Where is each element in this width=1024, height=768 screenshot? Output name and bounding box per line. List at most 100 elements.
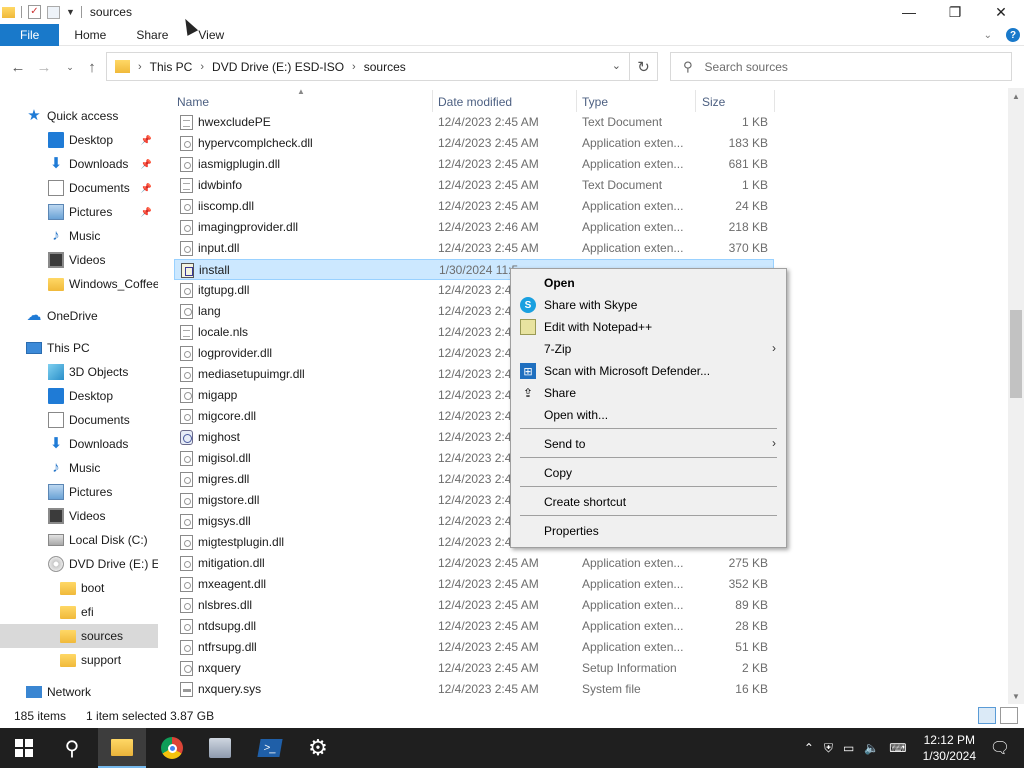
clock[interactable]: 12:12 PM 1/30/2024 (923, 732, 976, 764)
menu-item-7-zip[interactable]: 7-Zip › (511, 338, 786, 360)
vertical-scrollbar[interactable]: ▲ ▼ (1008, 88, 1024, 704)
table-row[interactable]: idwbinfo 12/4/2023 2:45 AM Text Document 1 … (174, 175, 774, 196)
table-row[interactable]: iasmigplugin.dll 12/4/2023 2:45 AM Applica… (174, 154, 774, 175)
nav-item-videos[interactable]: Videos (0, 248, 158, 272)
nav-item-music[interactable]: ♪ Music (0, 224, 158, 248)
column-header-type[interactable]: Type (582, 95, 608, 109)
up-button[interactable]: ↑ (80, 55, 104, 79)
column-header-name[interactable]: Name (177, 95, 209, 109)
scroll-up-icon[interactable]: ▲ (1008, 88, 1024, 104)
scrollbar-thumb[interactable] (1010, 310, 1022, 398)
nav-item-quick-access[interactable]: ★ Quick access (0, 104, 158, 128)
nav-item-support[interactable]: support (0, 648, 158, 672)
chevron-right-icon[interactable]: › (352, 61, 356, 73)
column-header-date[interactable]: Date modified (438, 95, 512, 109)
table-row[interactable]: hypervcomplcheck.dll 12/4/2023 2:45 AM App… (174, 133, 774, 154)
network-icon[interactable]: ▭ (843, 741, 854, 755)
table-row[interactable]: input.dll 12/4/2023 2:45 AM Application ex… (174, 238, 774, 259)
chevron-right-icon[interactable]: › (200, 61, 204, 73)
menu-item-properties[interactable]: Properties (511, 520, 786, 542)
chevron-right-icon[interactable]: › (138, 61, 142, 73)
nav-item-network[interactable]: Network (0, 680, 158, 704)
nav-item-music[interactable]: ♪ Music (0, 456, 158, 480)
nav-item-documents[interactable]: Documents 📌 (0, 176, 158, 200)
nav-item-3d-objects[interactable]: 3D Objects (0, 360, 158, 384)
table-row[interactable]: iiscomp.dll 12/4/2023 2:45 AM Application … (174, 196, 774, 217)
menu-item-edit-with-notepad[interactable]: Edit with Notepad++ (511, 316, 786, 338)
search-button[interactable]: ⚲ (48, 728, 96, 768)
nav-item-downloads[interactable]: ⬇ Downloads (0, 432, 158, 456)
nav-item-local-disk-c[interactable]: Local Disk (C:) (0, 528, 158, 552)
table-row[interactable]: hwexcludePE 12/4/2023 2:45 AM Text Documen… (174, 112, 774, 133)
taskbar-app[interactable] (196, 728, 244, 768)
column-divider[interactable] (576, 90, 577, 112)
nav-item-this-pc[interactable]: This PC (0, 336, 158, 360)
menu-item-share[interactable]: ⇪ Share (511, 382, 786, 404)
taskbar-powershell[interactable]: >_ (246, 728, 294, 768)
nav-item-desktop[interactable]: Desktop 📌 (0, 128, 158, 152)
menu-item-copy[interactable]: Copy (511, 462, 786, 484)
table-row[interactable]: nlsbres.dll 12/4/2023 2:45 AM Application … (174, 595, 774, 616)
large-icons-view-icon[interactable] (1000, 707, 1018, 724)
table-row[interactable]: mxeagent.dll 12/4/2023 2:45 AM Application… (174, 574, 774, 595)
new-folder-icon[interactable] (47, 5, 60, 19)
chevron-down-icon[interactable]: ⌄ (612, 59, 621, 72)
keyboard-icon[interactable]: ⌨ (889, 741, 906, 755)
nav-item-efi[interactable]: efi (0, 600, 158, 624)
nav-item-downloads[interactable]: ⬇ Downloads 📌 (0, 152, 158, 176)
taskbar-file-explorer[interactable] (98, 728, 146, 768)
forward-button[interactable]: → (32, 55, 56, 79)
close-button[interactable]: ✕ (978, 0, 1024, 24)
table-row[interactable]: nxquery.sys 12/4/2023 2:45 AM System file 1… (174, 679, 774, 700)
maximize-button[interactable]: ❐ (932, 0, 978, 24)
nav-item-onedrive[interactable]: ☁ OneDrive (0, 304, 158, 328)
breadcrumb-sources[interactable]: sources (364, 60, 406, 74)
menu-item-send-to[interactable]: Send to › (511, 433, 786, 455)
tab-share[interactable]: Share (121, 24, 183, 46)
menu-item-create-shortcut[interactable]: Create shortcut (511, 491, 786, 513)
column-divider[interactable] (774, 90, 775, 112)
chevron-up-icon[interactable]: ⌃ (804, 741, 814, 755)
chevron-down-icon[interactable]: ▼ (66, 7, 75, 17)
breadcrumb-dvd-drive[interactable]: DVD Drive (E:) ESD-ISO (212, 60, 344, 74)
nav-item-sources[interactable]: sources (0, 624, 158, 648)
details-view-icon[interactable] (978, 707, 996, 724)
address-bar[interactable]: › This PC › DVD Drive (E:) ESD-ISO › sou… (106, 52, 630, 81)
search-input[interactable]: ⚲ Search sources (670, 52, 1012, 81)
tab-file[interactable]: File (0, 23, 60, 46)
taskbar-settings[interactable]: ⚙ (294, 728, 342, 768)
table-row[interactable]: imagingprovider.dll 12/4/2023 2:46 AM Appl… (174, 217, 774, 238)
nav-item-documents[interactable]: Documents (0, 408, 158, 432)
menu-item-share-with-skype[interactable]: S Share with Skype (511, 294, 786, 316)
minimize-button[interactable]: — (886, 0, 932, 24)
properties-icon[interactable]: ✓ (28, 5, 41, 19)
security-icon[interactable]: ⛨ (824, 741, 833, 756)
menu-item-open[interactable]: Open (511, 272, 786, 294)
table-row[interactable]: nxquery 12/4/2023 2:45 AM Setup Informatio… (174, 658, 774, 679)
column-header-size[interactable]: Size (702, 95, 725, 109)
scroll-down-icon[interactable]: ▼ (1008, 688, 1024, 704)
nav-item-desktop[interactable]: Desktop (0, 384, 158, 408)
notification-center-button[interactable]: 🗨 (976, 728, 1024, 768)
nav-item-videos[interactable]: Videos (0, 504, 158, 528)
tab-home[interactable]: Home (59, 24, 121, 46)
volume-muted-icon[interactable]: 🔈 (864, 741, 879, 755)
nav-item-boot[interactable]: boot (0, 576, 158, 600)
taskbar-chrome[interactable] (148, 728, 196, 768)
nav-item-pictures[interactable]: Pictures 📌 (0, 200, 158, 224)
start-button[interactable] (0, 728, 48, 768)
nav-item-windows-coffee-ec[interactable]: Windows_Coffee_ec (0, 272, 158, 296)
table-row[interactable]: ntfrsupg.dll 12/4/2023 2:45 AM Application… (174, 637, 774, 658)
table-row[interactable]: ntdsupg.dll 12/4/2023 2:45 AM Application … (174, 616, 774, 637)
menu-item-open-with[interactable]: Open with... (511, 404, 786, 426)
breadcrumb-this-pc[interactable]: This PC (150, 60, 193, 74)
expand-ribbon-icon[interactable]: ⌄ (984, 30, 992, 41)
column-divider[interactable] (432, 90, 433, 112)
nav-item-dvd-drive-e-esd-i[interactable]: DVD Drive (E:) ESD-I (0, 552, 158, 576)
refresh-button[interactable]: ↻ (630, 52, 658, 81)
table-row[interactable]: mitigation.dll 12/4/2023 2:45 AM Applicati… (174, 553, 774, 574)
menu-item-scan-with-microsoft-defender[interactable]: ⊞ Scan with Microsoft Defender... (511, 360, 786, 382)
recent-locations-button[interactable]: ⌄ (58, 55, 82, 79)
back-button[interactable]: ← (6, 55, 30, 79)
column-divider[interactable] (695, 90, 696, 112)
